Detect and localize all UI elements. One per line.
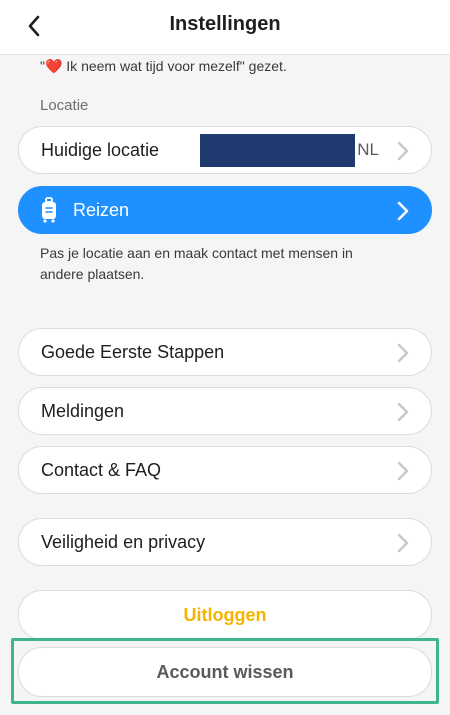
logout-button[interactable]: Uitloggen [18,590,432,640]
chevron-right-icon [397,141,409,161]
menu-item-contact-faq[interactable]: Contact & FAQ [18,446,432,494]
chevron-right-icon [397,461,409,481]
current-location-label: Huidige locatie [41,139,160,160]
travel-help-text: Pas je locatie aan en maak contact met m… [40,245,353,282]
menu-item-label: Meldingen [41,400,125,421]
travel-label: Reizen [73,199,130,220]
menu-item-meldingen[interactable]: Meldingen [18,387,432,435]
chevron-right-icon [397,533,409,553]
current-location-row[interactable]: Huidige locatie NL [18,126,432,174]
status-message: "❤️ Ik neem wat tijd voor mezelf" gezet. [40,58,287,74]
menu-item-label: Goede Eerste Stappen [41,341,225,362]
logout-label: Uitloggen [183,604,267,625]
chevron-right-icon [397,343,409,363]
chevron-right-icon [397,201,409,221]
delete-account-button[interactable]: Account wissen [18,647,432,697]
menu-item-label: Contact & FAQ [41,459,162,480]
travel-button[interactable]: Reizen [18,186,432,234]
location-country: NL [357,140,379,159]
app-header: Instellingen [0,0,450,55]
menu-item-veiligheid-privacy[interactable]: Veiligheid en privacy [18,518,432,566]
location-value-redacted [200,134,355,167]
suitcase-icon [42,197,56,223]
page-title: Instellingen [169,13,281,35]
menu-item-goede-eerste-stappen[interactable]: Goede Eerste Stappen [18,328,432,376]
delete-account-label: Account wissen [156,661,294,682]
chevron-right-icon [397,402,409,422]
location-section-label: Locatie [40,97,89,114]
menu-item-label: Veiligheid en privacy [41,531,206,552]
